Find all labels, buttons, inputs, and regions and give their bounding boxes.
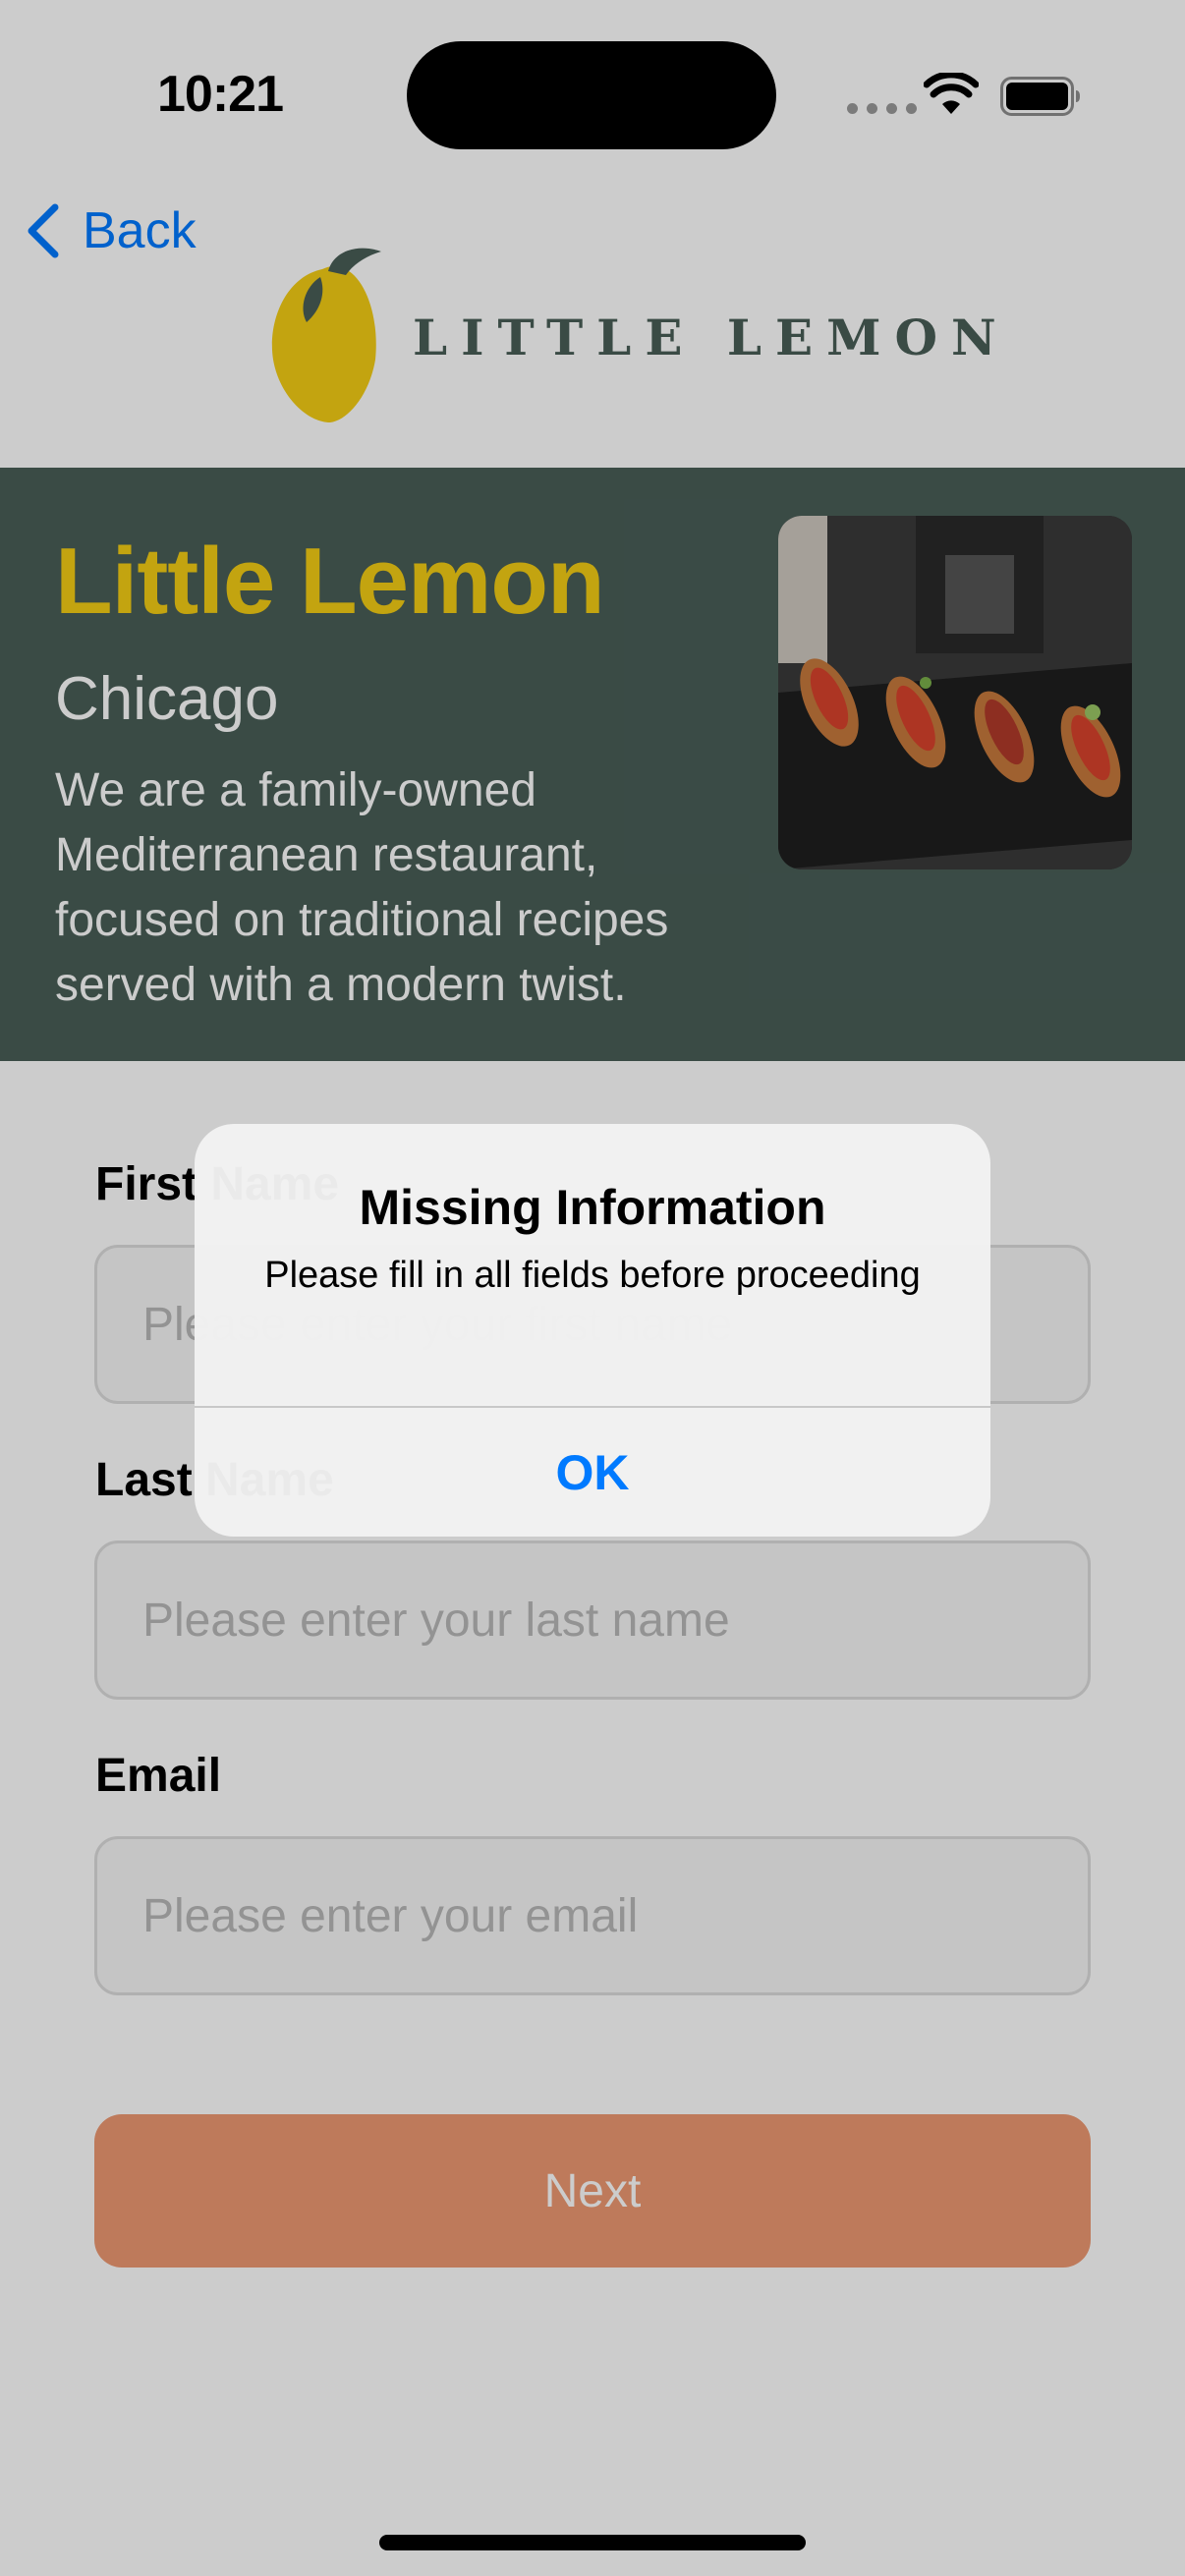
home-indicator[interactable]: [379, 2535, 806, 2550]
alert-title: Missing Information: [359, 1180, 826, 1235]
alert-message: Please fill in all fields before proceed…: [264, 1255, 921, 1296]
alert-ok-button[interactable]: OK: [195, 1408, 990, 1537]
missing-info-alert: Missing Information Please fill in all f…: [195, 1124, 990, 1537]
